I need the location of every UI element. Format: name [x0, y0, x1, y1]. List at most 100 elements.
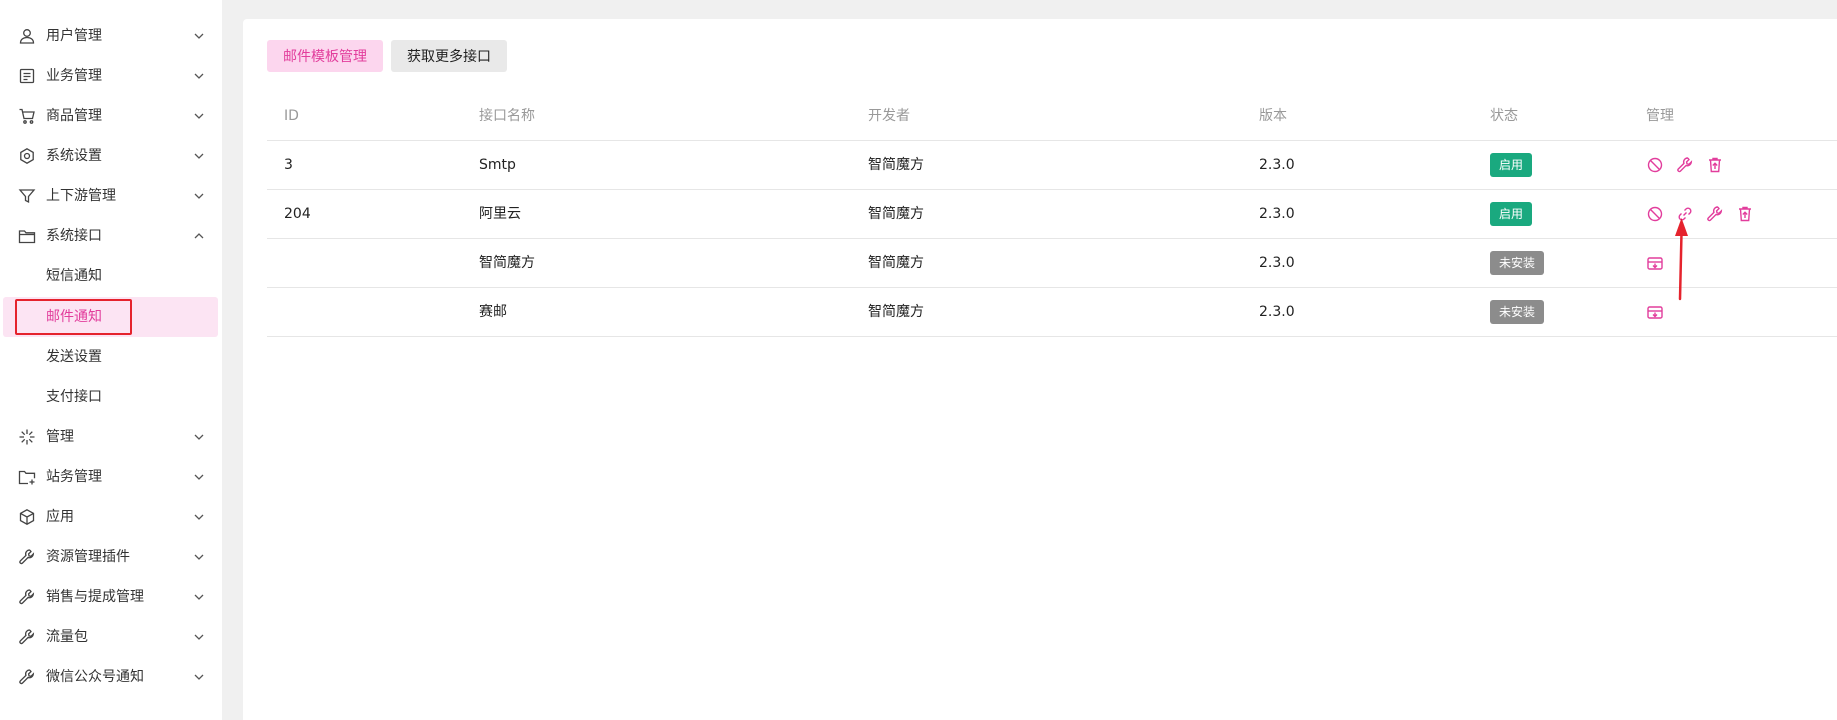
chevron-down-icon: [192, 430, 206, 444]
main-panel: 邮件模板管理 获取更多接口 ID 接口名称 开发者 版本 状态 管理 3 Smt…: [243, 19, 1837, 720]
sidebar-item-label: 上下游管理: [46, 188, 116, 204]
wrench-icon: [18, 548, 36, 566]
cell-version: 2.3.0: [1259, 206, 1295, 222]
table-header: ID 接口名称 开发者 版本 状态 管理: [267, 92, 1837, 141]
sidebar-subitem-payment-interface[interactable]: 支付接口: [0, 377, 222, 417]
chevron-up-icon: [192, 229, 206, 243]
sidebar: 用户管理 业务管理 商品管理 系统设置 上下游管理 系统接口 短信通知 邮件通知…: [0, 0, 222, 720]
cell-status: 启用: [1490, 141, 1533, 190]
row-actions: [1646, 303, 1664, 323]
cube-icon: [18, 508, 36, 526]
sidebar-item-label: 站务管理: [46, 469, 102, 485]
sidebar-item-product-management[interactable]: 商品管理: [0, 96, 222, 136]
chevron-down-icon: [192, 510, 206, 524]
sidebar-item-traffic-package[interactable]: 流量包: [0, 617, 222, 657]
chevron-down-icon: [192, 590, 206, 604]
cell-developer: 智简魔方: [868, 304, 924, 320]
column-header-developer: 开发者: [868, 108, 910, 124]
cell-name: 智简魔方: [479, 255, 535, 271]
cell-version: 2.3.0: [1259, 255, 1295, 271]
column-header-manage: 管理: [1646, 108, 1674, 124]
row-actions: [1646, 156, 1724, 176]
sidebar-item-label: 商品管理: [46, 108, 102, 124]
sidebar-item-label: 系统设置: [46, 148, 102, 164]
column-header-name: 接口名称: [479, 108, 535, 124]
cell-version: 2.3.0: [1259, 304, 1295, 320]
table-row: 3 Smtp 智简魔方 2.3.0 启用: [267, 141, 1837, 190]
table-row: 智简魔方 智简魔方 2.3.0 未安装: [267, 239, 1837, 288]
sidebar-item-label: 应用: [46, 509, 74, 525]
chevron-down-icon: [192, 29, 206, 43]
sidebar-item-label: 管理: [46, 429, 74, 445]
wrench-settings-icon[interactable]: [1706, 205, 1724, 223]
table-row: 赛邮 智简魔方 2.3.0 未安装: [267, 288, 1837, 337]
uninstall-icon[interactable]: [1736, 205, 1754, 223]
sidebar-subitem-send-settings[interactable]: 发送设置: [0, 337, 222, 377]
wrench-settings-icon[interactable]: [1676, 156, 1694, 174]
sidebar-item-label: 微信公众号通知: [46, 669, 144, 685]
column-header-version: 版本: [1259, 108, 1287, 124]
sidebar-item-management[interactable]: 管理: [0, 417, 222, 457]
document-icon: [18, 67, 36, 85]
install-icon[interactable]: [1646, 254, 1664, 272]
column-header-id: ID: [284, 108, 299, 124]
cell-name: 阿里云: [479, 206, 521, 222]
status-badge: 未安装: [1490, 300, 1545, 324]
row-actions: [1646, 205, 1754, 225]
sidebar-item-label: 系统接口: [46, 228, 102, 244]
sidebar-item-system-interface[interactable]: 系统接口: [0, 216, 222, 256]
chevron-down-icon: [192, 670, 206, 684]
folder-plus-icon: [18, 468, 36, 486]
chevron-down-icon: [192, 189, 206, 203]
wrench-icon: [18, 668, 36, 686]
sidebar-item-wechat-notification[interactable]: 微信公众号通知: [0, 657, 222, 697]
wrench-icon: [18, 588, 36, 606]
status-badge: 启用: [1490, 202, 1533, 226]
sidebar-item-user-management[interactable]: 用户管理: [0, 16, 222, 56]
wrench-icon: [18, 628, 36, 646]
sidebar-item-upstream-downstream[interactable]: 上下游管理: [0, 176, 222, 216]
cart-icon: [18, 107, 36, 125]
folder-icon: [18, 227, 36, 245]
sidebar-item-sales-commission[interactable]: 销售与提成管理: [0, 577, 222, 617]
filter-icon: [18, 187, 36, 205]
cell-status: 未安装: [1490, 288, 1545, 337]
user-icon: [18, 27, 36, 45]
link-icon[interactable]: [1676, 205, 1694, 223]
sidebar-subitem-email-notification[interactable]: 邮件通知: [3, 297, 218, 337]
column-header-status: 状态: [1490, 108, 1518, 124]
sidebar-item-label: 支付接口: [46, 389, 102, 405]
table-row: 204 阿里云 智简魔方 2.3.0 启用: [267, 190, 1837, 239]
sidebar-item-apps[interactable]: 应用: [0, 497, 222, 537]
sidebar-item-label: 发送设置: [46, 349, 102, 365]
cell-name: Smtp: [479, 157, 516, 173]
sidebar-item-site-management[interactable]: 站务管理: [0, 457, 222, 497]
hexagon-gear-icon: [18, 147, 36, 165]
interface-table: ID 接口名称 开发者 版本 状态 管理 3 Smtp 智简魔方 2.3.0 启…: [267, 92, 1837, 337]
disable-icon[interactable]: [1646, 205, 1664, 223]
sidebar-item-label: 业务管理: [46, 68, 102, 84]
cell-id: 204: [284, 206, 311, 222]
get-more-interfaces-button[interactable]: 获取更多接口: [391, 40, 507, 72]
sidebar-item-label: 流量包: [46, 629, 88, 645]
email-template-button[interactable]: 邮件模板管理: [267, 40, 383, 72]
sidebar-item-label: 销售与提成管理: [46, 589, 144, 605]
sidebar-item-label: 短信通知: [46, 268, 102, 284]
cell-status: 未安装: [1490, 239, 1545, 288]
sidebar-subitem-sms-notification[interactable]: 短信通知: [0, 256, 222, 296]
cell-name: 赛邮: [479, 304, 507, 320]
cell-id: 3: [284, 157, 293, 173]
cell-version: 2.3.0: [1259, 157, 1295, 173]
chevron-down-icon: [192, 470, 206, 484]
sidebar-item-resource-plugin[interactable]: 资源管理插件: [0, 537, 222, 577]
install-icon[interactable]: [1646, 303, 1664, 321]
uninstall-icon[interactable]: [1706, 156, 1724, 174]
cell-status: 启用: [1490, 190, 1533, 239]
chevron-down-icon: [192, 149, 206, 163]
sparkle-icon: [18, 428, 36, 446]
cell-developer: 智简魔方: [868, 206, 924, 222]
disable-icon[interactable]: [1646, 156, 1664, 174]
sidebar-item-system-settings[interactable]: 系统设置: [0, 136, 222, 176]
sidebar-item-business-management[interactable]: 业务管理: [0, 56, 222, 96]
cell-developer: 智简魔方: [868, 255, 924, 271]
